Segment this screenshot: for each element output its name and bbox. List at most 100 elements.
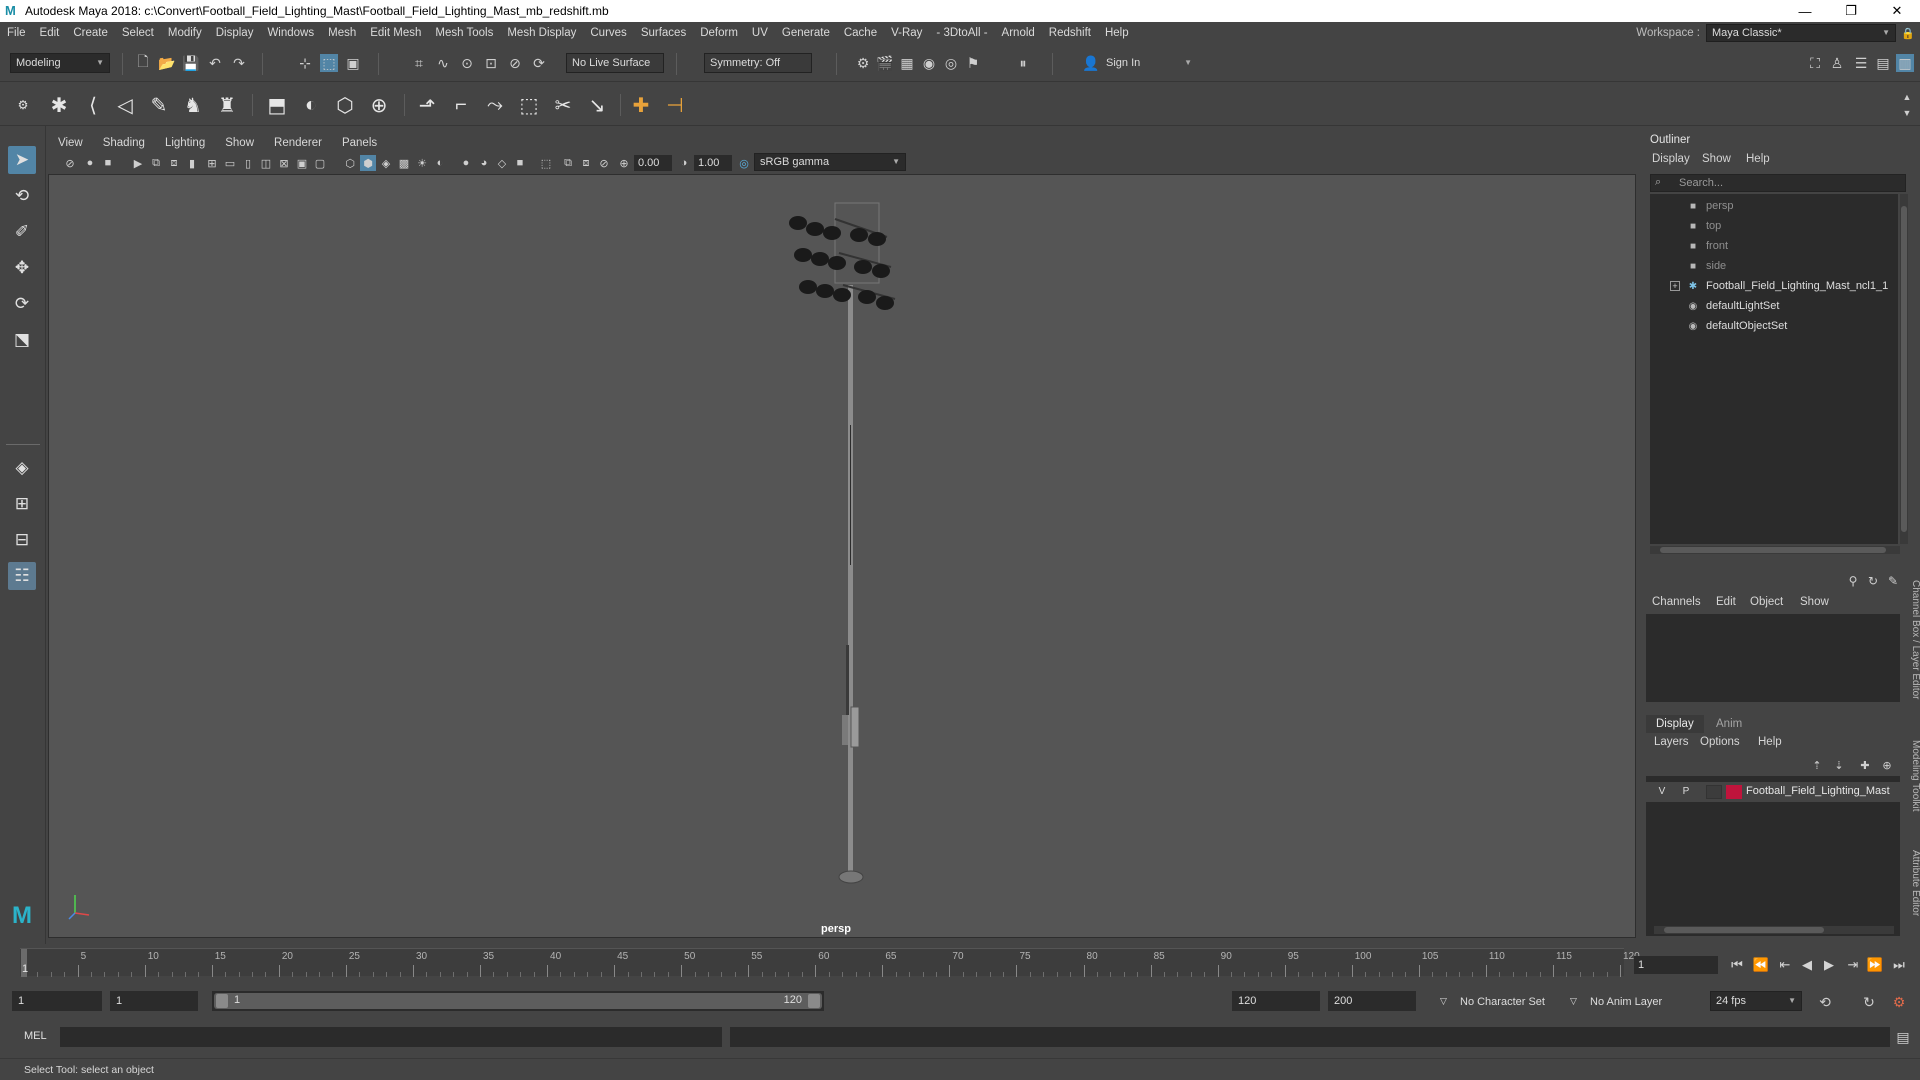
auto-key-icon[interactable]: ↻	[1860, 993, 1878, 1011]
step-forward-frame-icon[interactable]: ⇥	[1844, 956, 1862, 974]
animation-preferences-icon[interactable]: ⚙	[1890, 993, 1908, 1011]
script-editor-icon[interactable]: ▤	[1894, 1028, 1912, 1046]
two-d-pan-zoom-icon[interactable]: ⧈	[166, 155, 182, 171]
menu-mesh-tools[interactable]: Mesh Tools	[428, 27, 500, 39]
time-slider-track[interactable]: 5 10 15 20 25 30 35 40 45 50 55 60 65 70 75 80 85 90 95 100…	[20, 948, 1640, 977]
animation-start-field[interactable]: 1	[12, 991, 102, 1011]
menu-mesh[interactable]: Mesh	[321, 27, 363, 39]
menu-select[interactable]: Select	[115, 27, 161, 39]
isolate-select-icon[interactable]: ⬚	[538, 155, 554, 171]
backface-culling-icon[interactable]: ⊘	[596, 155, 612, 171]
menu-edit[interactable]: Edit	[33, 27, 67, 39]
channels-menu[interactable]: Channels	[1652, 596, 1701, 608]
two-pane-layout-icon[interactable]: ⊟	[8, 526, 36, 554]
play-forwards-icon[interactable]: ▶	[1820, 956, 1838, 974]
textured-icon[interactable]: ▩	[396, 155, 412, 171]
layer-color-swatch[interactable]	[1726, 785, 1742, 799]
snap-rotate-icon[interactable]: ⟳	[530, 54, 548, 72]
attribute-editor-icon[interactable]: ☰	[1852, 54, 1870, 72]
outliner-horizontal-scrollbar[interactable]	[1650, 546, 1900, 554]
bezier-tool-icon[interactable]: ◁	[112, 92, 138, 118]
new-scene-icon[interactable]: 🗋	[134, 53, 152, 72]
command-input[interactable]	[60, 1027, 722, 1047]
select-object-icon[interactable]: ⬚	[320, 54, 338, 72]
viewport-persp[interactable]: persp	[48, 174, 1636, 938]
motion-blur-icon[interactable]: ◕	[476, 155, 492, 171]
anim-layer-menu-icon[interactable]: ▽	[1570, 996, 1577, 1007]
single-perspective-layout-icon[interactable]: ◈	[8, 454, 36, 482]
color-management-icon[interactable]: ◎	[736, 155, 752, 171]
shelf-scroll-down-icon[interactable]: ▼	[1898, 104, 1916, 122]
gamma-field[interactable]: 1.00	[694, 155, 732, 171]
tab-anim[interactable]: Anim	[1706, 715, 1752, 733]
menu-modify[interactable]: Modify	[161, 27, 209, 39]
smooth-shade-icon[interactable]: ⬢	[360, 155, 376, 171]
outliner-menu-display[interactable]: Display	[1652, 153, 1690, 165]
create-poly-cube-icon[interactable]: ⬡	[332, 92, 358, 118]
grease-pencil-icon[interactable]: ▮	[184, 155, 200, 171]
shelf-tabs-icon[interactable]: ⚙	[10, 92, 36, 118]
resolution-gate-icon[interactable]: ▯	[240, 155, 256, 171]
menu-redshift[interactable]: Redshift	[1042, 27, 1098, 39]
create-plane-icon[interactable]: ⬒	[264, 92, 290, 118]
character-set-label[interactable]: No Character Set	[1460, 996, 1545, 1008]
select-tool-icon[interactable]: ➤	[8, 146, 36, 174]
channels-show-menu[interactable]: Show	[1800, 596, 1829, 608]
save-scene-icon[interactable]: 💾	[182, 54, 200, 72]
scrollbar-thumb[interactable]	[1664, 927, 1824, 933]
symmetry-dropdown[interactable]: Symmetry: Off	[704, 53, 812, 73]
scrollbar-thumb[interactable]	[1660, 547, 1886, 553]
panel-menu-show[interactable]: Show	[215, 137, 264, 149]
layers-options-menu[interactable]: Options	[1700, 736, 1740, 748]
ik-handle-icon[interactable]: ♜	[214, 92, 240, 118]
play-backwards-icon[interactable]: ◀	[1798, 956, 1816, 974]
ipr-render-icon[interactable]: ▦	[898, 54, 916, 72]
shadows-icon[interactable]: ◐	[432, 155, 448, 171]
channels-object-menu[interactable]: Object	[1750, 596, 1783, 608]
menu-uv[interactable]: UV	[745, 27, 775, 39]
move-tool-icon[interactable]: ✥	[8, 254, 36, 282]
extrude-icon[interactable]: ⬏	[414, 92, 440, 118]
gamma-icon[interactable]: ◑	[676, 155, 692, 171]
step-back-key-icon[interactable]: ⏪	[1752, 956, 1770, 974]
snap-curve-icon[interactable]: ∿	[434, 54, 452, 72]
outliner-menu-show[interactable]: Show	[1702, 153, 1731, 165]
wireframe-on-shaded-icon[interactable]: ◈	[378, 155, 394, 171]
safe-action-icon[interactable]: ▣	[294, 155, 310, 171]
channel-box-icon[interactable]: ▥	[1896, 54, 1914, 72]
rotate-tool-icon[interactable]: ⟳	[8, 290, 36, 318]
snap-live-icon[interactable]: ⊘	[506, 54, 524, 72]
expand-icon[interactable]: +	[1670, 281, 1680, 291]
scrollbar-thumb[interactable]	[1901, 206, 1907, 532]
new-layer-selected-icon[interactable]: ⊕	[1878, 756, 1896, 774]
outliner-vertical-scrollbar[interactable]	[1900, 194, 1908, 544]
four-view-layout-icon[interactable]: ⊞	[8, 490, 36, 518]
tab-display[interactable]: Display	[1646, 715, 1704, 733]
panel-menu-view[interactable]: View	[48, 137, 93, 149]
lock-camera-icon[interactable]: ●	[82, 155, 98, 171]
render-settings-icon[interactable]: ⚙	[854, 54, 872, 72]
snap-grid-icon[interactable]: ⌗	[410, 54, 428, 72]
range-end-handle[interactable]	[808, 994, 820, 1008]
menu-deform[interactable]: Deform	[693, 27, 745, 39]
live-surface-field[interactable]: No Live Surface	[566, 53, 664, 73]
create-cylinder-icon[interactable]: ⊕	[366, 92, 392, 118]
select-camera-icon[interactable]: ⊘	[62, 155, 78, 171]
channels-edit-menu[interactable]: Edit	[1716, 596, 1736, 608]
menu-vray[interactable]: V-Ray	[884, 27, 929, 39]
depth-of-field-icon[interactable]: ■	[512, 155, 528, 171]
menu-cache[interactable]: Cache	[837, 27, 884, 39]
side-tab-attribute-editor[interactable]: Attribute Editor	[1910, 850, 1920, 916]
command-language-label[interactable]: MEL	[24, 1030, 47, 1042]
outliner-item-default-light-set[interactable]: ◉ defaultLightSet	[1650, 296, 1898, 316]
screen-space-ao-icon[interactable]: ●	[458, 155, 474, 171]
layers-help-menu[interactable]: Help	[1758, 736, 1782, 748]
fps-dropdown[interactable]: 24 fps ▼	[1710, 991, 1802, 1011]
snap-point-icon[interactable]: ⊙	[458, 54, 476, 72]
xray-joints-icon[interactable]: ⧈	[578, 155, 594, 171]
go-to-start-icon[interactable]: ⏮	[1728, 956, 1746, 974]
layer-display-type[interactable]	[1706, 785, 1722, 799]
go-to-end-icon[interactable]: ⏭	[1890, 956, 1908, 974]
layers-menu[interactable]: Layers	[1654, 736, 1689, 748]
step-forward-key-icon[interactable]: ⏩	[1866, 956, 1884, 974]
